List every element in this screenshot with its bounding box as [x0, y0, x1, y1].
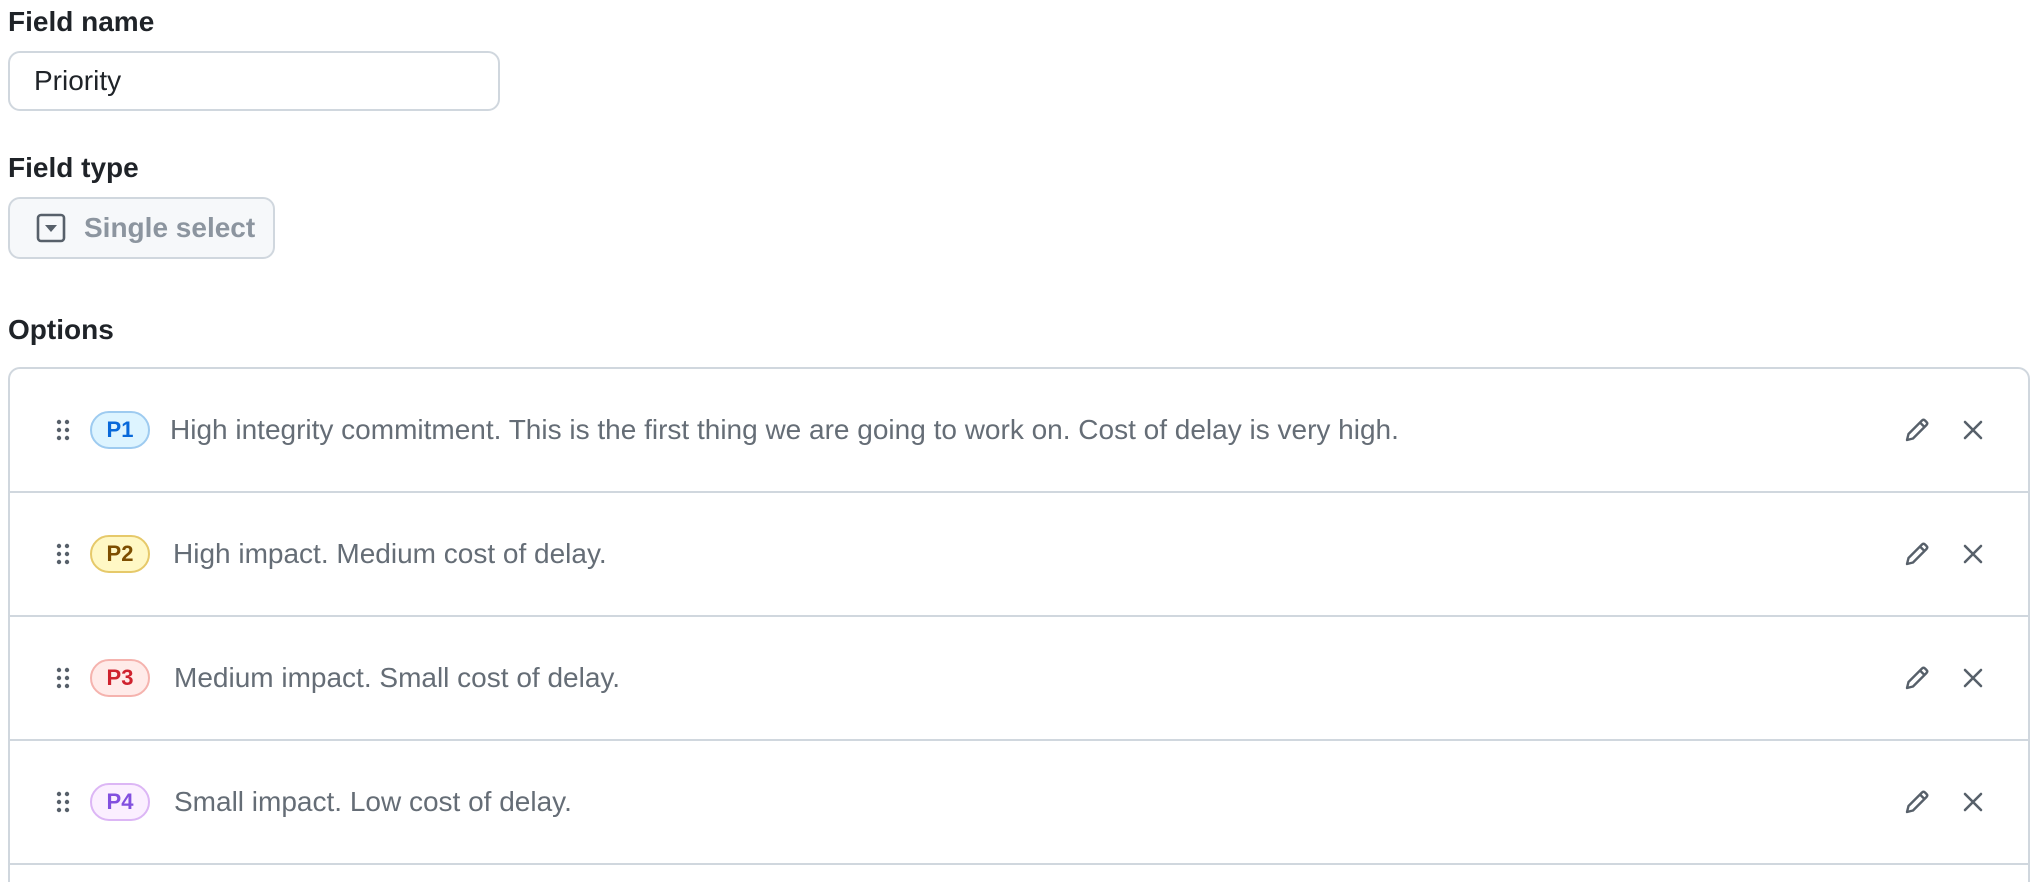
option-row: P4 Small impact. Low cost of delay.	[10, 741, 2028, 865]
option-description: High impact. Medium cost of delay.	[173, 538, 607, 569]
option-row: P3 Medium impact. Small cost of delay.	[10, 617, 2028, 741]
options-label: Options	[8, 314, 114, 345]
remove-option-button[interactable]	[1953, 782, 1993, 822]
pencil-icon	[1905, 418, 1929, 442]
field-type-label: Field type	[8, 152, 139, 183]
remove-option-button[interactable]	[1953, 658, 1993, 698]
option-badge: P2	[90, 535, 150, 573]
single-select-icon	[36, 213, 66, 243]
remove-option-button[interactable]	[1953, 410, 1993, 450]
field-type-value: Single select	[84, 212, 256, 243]
option-description: High integrity commitment. This is the f…	[170, 414, 1399, 445]
pencil-icon	[1905, 790, 1929, 814]
option-row: P2 High impact. Medium cost of delay.	[10, 493, 2028, 617]
edit-option-button[interactable]	[1897, 782, 1937, 822]
drag-handle-icon[interactable]	[56, 543, 70, 565]
option-badge: P4	[90, 783, 150, 821]
option-badge: P1	[90, 411, 150, 449]
edit-option-button[interactable]	[1897, 410, 1937, 450]
drag-handle-icon[interactable]	[56, 419, 70, 441]
option-row: P1 High integrity commitment. This is th…	[10, 369, 2028, 493]
remove-option-button[interactable]	[1953, 534, 1993, 574]
close-icon	[1963, 792, 1983, 812]
close-icon	[1963, 420, 1983, 440]
field-name-label: Field name	[8, 6, 155, 37]
pencil-icon	[1905, 542, 1929, 566]
field-name-input[interactable]	[8, 51, 500, 111]
edit-option-button[interactable]	[1897, 534, 1937, 574]
pencil-icon	[1905, 666, 1929, 690]
close-icon	[1963, 668, 1983, 688]
option-description: Small impact. Low cost of delay.	[174, 786, 572, 817]
option-description: Medium impact. Small cost of delay.	[174, 662, 621, 693]
edit-option-button[interactable]	[1897, 658, 1937, 698]
options-list: P1 High integrity commitment. This is th…	[8, 367, 2030, 882]
drag-handle-icon[interactable]	[56, 667, 70, 689]
drag-handle-icon[interactable]	[56, 791, 70, 813]
field-type-select[interactable]: Single select	[8, 197, 275, 259]
option-badge: P3	[90, 659, 150, 697]
close-icon	[1963, 544, 1983, 564]
field-settings: Field name Field type Single select Opti…	[0, 0, 2040, 882]
